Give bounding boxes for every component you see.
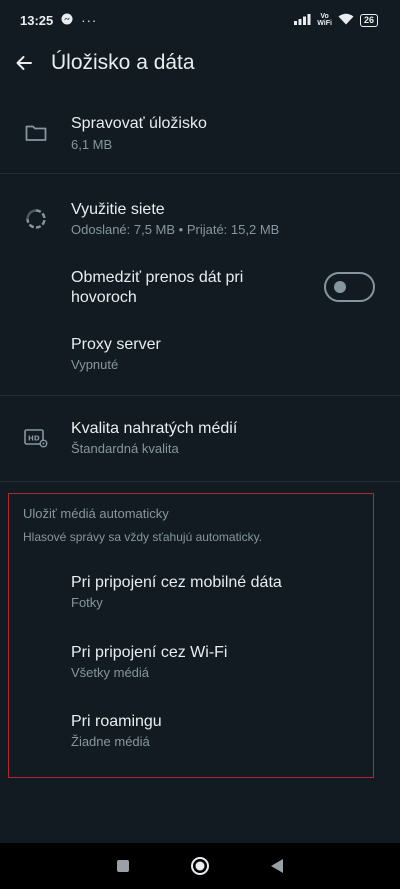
status-bar: 13:25 ··· Vo WiFi 26 [0,0,400,40]
auto-download-roaming-title: Pri roamingu [71,713,162,730]
more-notifications-icon: ··· [81,12,98,28]
network-usage-title: Využitie siete [71,201,165,218]
battery-icon: 26 [359,13,378,27]
auto-download-wifi-subtitle: Všetky médiá [71,665,150,680]
square-icon [117,860,130,872]
messenger-icon [61,13,73,28]
proxy-title: Proxy server [71,336,161,353]
svg-text:HD: HD [28,435,40,443]
page-title: Úložisko a dáta [51,51,195,74]
status-left: 13:25 ··· [20,13,97,28]
data-usage-icon [24,207,48,231]
divider [0,173,400,174]
manage-storage-row[interactable]: Spravovať úložisko 6,1 MB [0,100,400,170]
system-nav-bar [0,843,400,889]
back-nav-button[interactable] [266,855,288,877]
vowifi-line1: Vo [320,13,329,20]
media-quality-title: Kvalita nahratých médií [71,420,238,437]
auto-download-roaming-row[interactable]: Pri roamingu Žiadne médiá [0,702,400,762]
limit-calls-title-line1: Obmedziť prenos dát pri [71,269,244,286]
vowifi-indicator: Vo WiFi [317,13,332,27]
divider [0,481,400,482]
circle-icon [190,857,209,875]
back-button[interactable] [0,40,48,86]
signal-icon [294,13,311,28]
media-quality-row[interactable]: HD Kvalita nahratých médií Štandardná kv… [0,405,400,475]
folder-icon [24,121,48,145]
status-right: Vo WiFi 26 [294,13,378,28]
media-quality-subtitle: Štandardná kvalita [71,441,179,456]
wifi-icon [338,13,354,28]
triangle-back-icon [270,859,283,873]
auto-download-wifi-row[interactable]: Pri pripojení cez Wi-Fi Všetky médiá [0,633,400,693]
manage-storage-title: Spravovať úložisko [71,115,207,132]
vowifi-line2: WiFi [317,20,332,27]
auto-download-mobile-row[interactable]: Pri pripojení cez mobilné dáta Fotky [0,563,400,623]
manage-storage-subtitle: 6,1 MB [71,137,113,152]
network-usage-subtitle: Odoslané: 7,5 MB • Prijaté: 15,2 MB [71,222,280,237]
toggle-knob [334,281,346,293]
app-bar: Úložisko a dáta [0,40,400,86]
limit-calls-title-line2: hovoroch [71,289,137,306]
limit-calls-toggle[interactable] [324,272,375,302]
arrow-left-icon [16,56,32,70]
network-usage-row[interactable]: Využitie siete Odoslané: 7,5 MB • Prijat… [0,186,400,256]
auto-download-roaming-subtitle: Žiadne médiá [71,734,150,749]
hd-settings-icon: HD [24,426,48,450]
divider [0,395,400,396]
home-button[interactable] [189,855,211,877]
auto-download-note: Hlasové správy sa vždy sťahujú automatic… [23,530,263,544]
auto-download-mobile-subtitle: Fotky [71,595,103,610]
auto-download-wifi-title: Pri pripojení cez Wi-Fi [71,644,228,661]
status-time: 13:25 [20,12,54,28]
auto-download-mobile-title: Pri pripojení cez mobilné dáta [71,574,282,591]
recents-button[interactable] [112,855,134,877]
auto-download-header: Uložiť médiá automaticky [23,506,169,521]
proxy-row[interactable]: Proxy server Vypnuté [0,325,400,381]
proxy-subtitle: Vypnuté [71,357,119,372]
